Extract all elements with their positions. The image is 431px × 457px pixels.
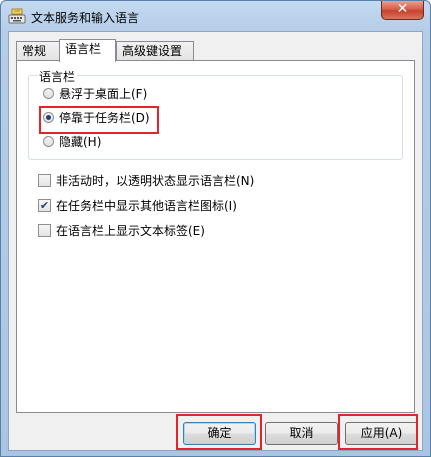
dialog-client-area: 常规 语言栏 高级键设置 语言栏 悬浮于桌面上(F) 停靠于任务栏(D) 隐藏(…: [8, 31, 423, 451]
dialog-window: 文本服务和输入语言 ✕ 常规 语言栏 高级键设置 语言栏 悬浮于桌面上(F) 停…: [0, 0, 431, 457]
cancel-button[interactable]: 取消: [265, 422, 338, 445]
checkbox-label: 在语言栏上显示文本标签(E): [56, 223, 205, 238]
close-button[interactable]: ✕: [381, 1, 424, 20]
cancel-button-label: 取消: [289, 426, 314, 440]
radio-hidden[interactable]: 隐藏(H): [43, 133, 101, 149]
checkbox-show-extra-icons-in-taskbar[interactable]: ✔ 在任务栏中显示其他语言栏图标(I): [38, 197, 237, 213]
highlight-ok-button: [176, 414, 262, 450]
tab-language-bar-label: 语言栏: [65, 42, 102, 56]
radio-label: 隐藏(H): [59, 134, 102, 149]
highlight-apply-button: [338, 414, 418, 450]
groupbox-legend: 语言栏: [37, 68, 78, 85]
radio-label: 悬浮于桌面上(F): [59, 86, 148, 101]
checkbox[interactable]: [38, 173, 51, 187]
window-title: 文本服务和输入语言: [31, 11, 140, 25]
tab-general-label: 常规: [22, 44, 47, 58]
close-icon: ✕: [396, 1, 409, 17]
title-bar[interactable]: 文本服务和输入语言 ✕: [1, 1, 430, 31]
checkbox-label: 非活动时，以透明状态显示语言栏(N): [56, 173, 255, 188]
tab-advanced-key-settings-label: 高级键设置: [122, 44, 183, 58]
radio-button[interactable]: [43, 87, 54, 99]
highlight-dock-option: [39, 106, 159, 134]
radio-button[interactable]: [43, 135, 54, 147]
check-icon[interactable]: ✔: [38, 198, 51, 212]
checkbox-transparent-when-inactive[interactable]: 非活动时，以透明状态显示语言栏(N): [38, 172, 254, 188]
checkbox-label: 在任务栏中显示其他语言栏图标(I): [56, 198, 237, 213]
tab-language-bar[interactable]: 语言栏: [59, 39, 116, 62]
keyboard-icon: [8, 8, 26, 24]
checkbox[interactable]: [38, 223, 51, 237]
radio-float-on-desktop[interactable]: 悬浮于桌面上(F): [43, 85, 147, 101]
tab-advanced-key-settings[interactable]: 高级键设置: [116, 41, 194, 60]
checkbox-show-text-labels[interactable]: 在语言栏上显示文本标签(E): [38, 222, 205, 238]
tab-general[interactable]: 常规: [16, 41, 60, 60]
